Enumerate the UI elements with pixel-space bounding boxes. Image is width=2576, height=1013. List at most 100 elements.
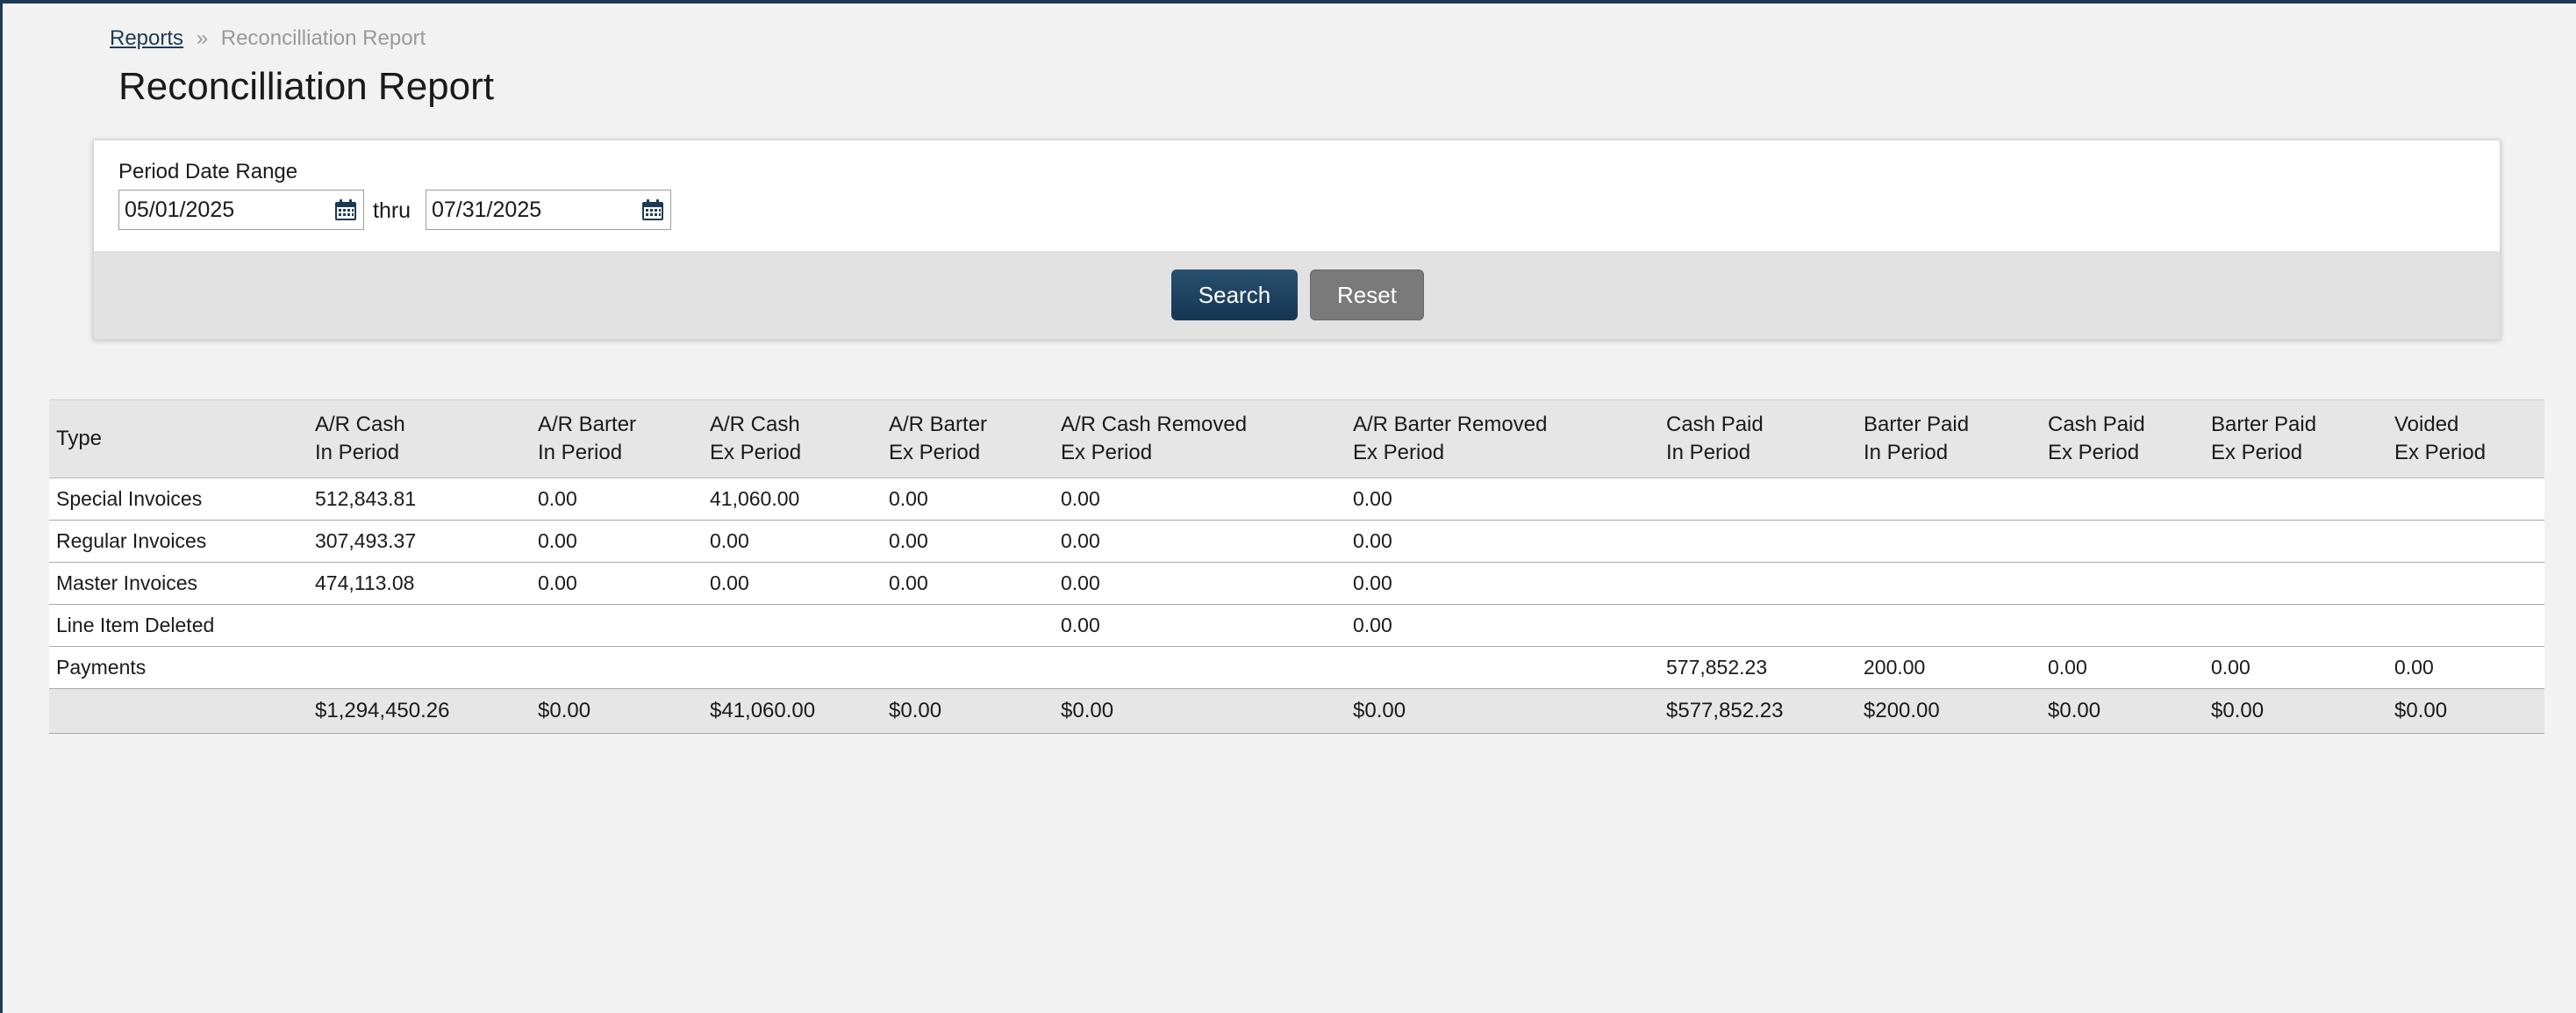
left-edge-bar bbox=[0, 4, 3, 1013]
search-button[interactable]: Search bbox=[1171, 269, 1298, 320]
table-cell bbox=[531, 604, 703, 647]
date-to-field[interactable] bbox=[426, 190, 671, 230]
table-cell bbox=[308, 646, 531, 689]
table-cell: 577,852.23 bbox=[1659, 646, 1857, 689]
table-cell: 307,493.37 bbox=[308, 520, 531, 563]
breadcrumb: Reports » Reconcilliation Report bbox=[110, 26, 426, 51]
table-cell bbox=[2204, 604, 2387, 647]
total-cell: $0.00 bbox=[2387, 688, 2544, 734]
table-cell bbox=[1054, 646, 1346, 689]
table-row: Line Item Deleted 0.00 0.00 bbox=[49, 604, 2544, 647]
date-from-field[interactable] bbox=[118, 190, 364, 230]
table-cell: 0.00 bbox=[1054, 562, 1346, 605]
table-cell: Special Invoices bbox=[49, 478, 308, 521]
table-cell: 0.00 bbox=[882, 478, 1054, 521]
table-cell: 512,843.81 bbox=[308, 478, 531, 521]
table-cell: 0.00 bbox=[703, 520, 882, 563]
column-header: Barter Paid In Period bbox=[1857, 399, 2041, 478]
table-cell bbox=[2204, 562, 2387, 605]
column-header: Cash Paid Ex Period bbox=[2041, 399, 2204, 478]
table-cell: 200.00 bbox=[1857, 646, 2041, 689]
table-cell: 41,060.00 bbox=[703, 478, 882, 521]
table-cell bbox=[703, 646, 882, 689]
table-cell: 0.00 bbox=[531, 478, 703, 521]
total-cell: $200.00 bbox=[1857, 688, 2041, 734]
table-cell bbox=[2387, 562, 2544, 605]
column-header: Type bbox=[49, 399, 308, 478]
total-cell: $0.00 bbox=[1346, 688, 1659, 734]
calendar-icon[interactable] bbox=[333, 198, 358, 222]
table-cell bbox=[1857, 520, 2041, 563]
table-cell: Line Item Deleted bbox=[49, 604, 308, 647]
table-cell: Regular Invoices bbox=[49, 520, 308, 563]
table-cell bbox=[1857, 562, 2041, 605]
table-row: Master Invoices 474,113.08 0.00 0.00 0.0… bbox=[49, 562, 2544, 605]
total-cell: $577,852.23 bbox=[1659, 688, 1857, 734]
breadcrumb-current: Reconcilliation Report bbox=[220, 26, 426, 50]
filter-actions-bar: Search Reset bbox=[94, 251, 2500, 339]
total-cell bbox=[49, 688, 308, 734]
table-cell: 474,113.08 bbox=[308, 562, 531, 605]
table-cell bbox=[2387, 520, 2544, 563]
column-header: A/R Cash Ex Period bbox=[703, 399, 882, 478]
reconciliation-table: Type A/R Cash In Period A/R Barter In Peri… bbox=[49, 399, 2544, 734]
column-header: A/R Cash Removed Ex Period bbox=[1054, 399, 1346, 478]
table-cell bbox=[1346, 646, 1659, 689]
table-cell bbox=[2041, 478, 2204, 521]
table-cell: 0.00 bbox=[531, 562, 703, 605]
table-cell bbox=[1857, 478, 2041, 521]
reset-button[interactable]: Reset bbox=[1310, 269, 1424, 320]
total-cell: $41,060.00 bbox=[703, 688, 882, 734]
table-cell bbox=[1857, 604, 2041, 647]
column-header: Barter Paid Ex Period bbox=[2204, 399, 2387, 478]
table-cell: 0.00 bbox=[1346, 604, 1659, 647]
page-title: Reconcilliation Report bbox=[118, 65, 494, 108]
table-cell bbox=[882, 646, 1054, 689]
column-header: A/R Barter Removed Ex Period bbox=[1346, 399, 1659, 478]
total-cell: $0.00 bbox=[882, 688, 1054, 734]
table-cell: 0.00 bbox=[531, 520, 703, 563]
table-cell bbox=[882, 604, 1054, 647]
table-cell: 0.00 bbox=[1054, 604, 1346, 647]
table-row: Regular Invoices 307,493.37 0.00 0.00 0.… bbox=[49, 520, 2544, 563]
table-cell: 0.00 bbox=[2041, 646, 2204, 689]
column-header: Cash Paid In Period bbox=[1659, 399, 1857, 478]
table-cell bbox=[2387, 604, 2544, 647]
table-cell: 0.00 bbox=[2387, 646, 2544, 689]
table-cell bbox=[2041, 604, 2204, 647]
table-cell bbox=[308, 604, 531, 647]
table-cell: 0.00 bbox=[1054, 478, 1346, 521]
table-cell: 0.00 bbox=[2204, 646, 2387, 689]
column-header: A/R Cash In Period bbox=[308, 399, 531, 478]
breadcrumb-reports-link[interactable]: Reports bbox=[110, 26, 183, 50]
table-cell bbox=[1659, 478, 1857, 521]
table-cell bbox=[2204, 478, 2387, 521]
table-cell: Payments bbox=[49, 646, 308, 689]
table-cell: 0.00 bbox=[703, 562, 882, 605]
table-cell bbox=[1659, 520, 1857, 563]
table-cell: 0.00 bbox=[1346, 562, 1659, 605]
table-cell: 0.00 bbox=[1054, 520, 1346, 563]
date-from-input[interactable] bbox=[119, 190, 363, 229]
table-cell: Master Invoices bbox=[49, 562, 308, 605]
total-cell: $1,294,450.26 bbox=[308, 688, 531, 734]
table-cell bbox=[2204, 520, 2387, 563]
thru-label: thru bbox=[373, 198, 411, 223]
table-cell: 0.00 bbox=[882, 562, 1054, 605]
table-row: Payments 577,852.23 200.00 0.00 0.00 0.0… bbox=[49, 646, 2544, 689]
date-to-input[interactable] bbox=[426, 190, 670, 229]
calendar-icon[interactable] bbox=[640, 198, 665, 222]
table-cell bbox=[2041, 520, 2204, 563]
total-cell: $0.00 bbox=[2041, 688, 2204, 734]
totals-row: $1,294,450.26 $0.00 $41,060.00 $0.00 $0.… bbox=[49, 688, 2544, 734]
table-row: Special Invoices 512,843.81 0.00 41,060.… bbox=[49, 478, 2544, 521]
table-header-row: Type A/R Cash In Period A/R Barter In Peri… bbox=[49, 399, 2544, 478]
table-cell: 0.00 bbox=[882, 520, 1054, 563]
table-cell: 0.00 bbox=[1346, 478, 1659, 521]
column-header: Voided Ex Period bbox=[2387, 399, 2544, 478]
table-cell bbox=[1659, 604, 1857, 647]
table-cell bbox=[1659, 562, 1857, 605]
total-cell: $0.00 bbox=[1054, 688, 1346, 734]
table-cell: 0.00 bbox=[1346, 520, 1659, 563]
breadcrumb-separator: » bbox=[196, 26, 209, 50]
